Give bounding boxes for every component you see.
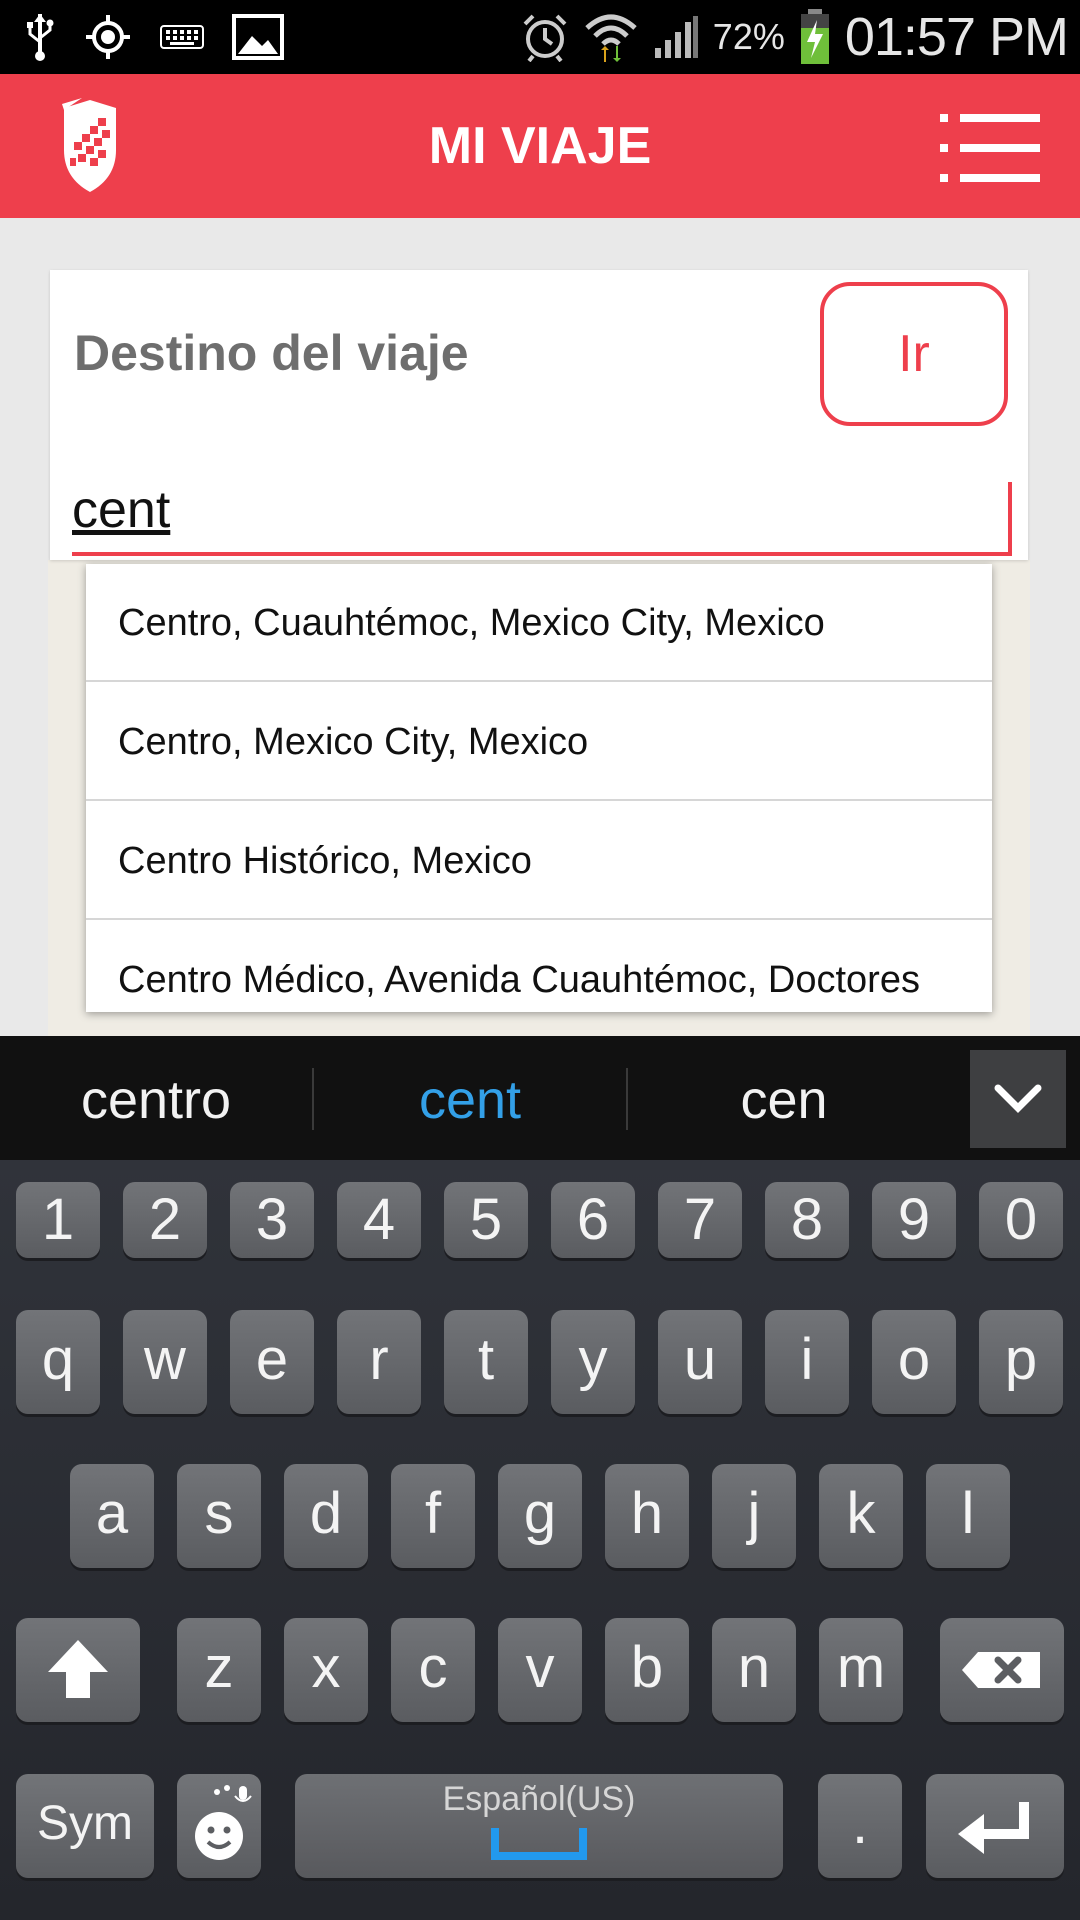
keyboard-keys: 1 2 3 4 5 6 7 8 9 0 q w e r t y u i o p … <box>0 1160 1080 1920</box>
status-icons-right: 72% 01:57 PM <box>521 0 1069 74</box>
key-1[interactable]: 1 <box>16 1182 100 1258</box>
key-v[interactable]: v <box>498 1618 582 1722</box>
card-title: Destino del viaje <box>74 325 469 381</box>
go-button[interactable]: Ir <box>820 282 1008 426</box>
key-2[interactable]: 2 <box>123 1182 207 1258</box>
key-a[interactable]: a <box>70 1464 154 1568</box>
key-w[interactable]: w <box>123 1310 207 1414</box>
key-g[interactable]: g <box>498 1464 582 1568</box>
key-5[interactable]: 5 <box>444 1182 528 1258</box>
key-s[interactable]: s <box>177 1464 261 1568</box>
key-k[interactable]: k <box>819 1464 903 1568</box>
app-title: MI VIAJE <box>428 117 652 175</box>
backspace-key[interactable] <box>940 1618 1064 1722</box>
soft-keyboard: centro cent cen 1 2 3 4 5 6 7 8 9 0 q w … <box>0 1036 1080 1920</box>
key-q[interactable]: q <box>16 1310 100 1414</box>
emoji-voice-key[interactable] <box>177 1774 261 1878</box>
key-m[interactable]: m <box>819 1618 903 1722</box>
app-bar: MI VIAJE <box>0 74 1080 218</box>
key-y[interactable]: y <box>551 1310 635 1414</box>
chevron-down-icon <box>994 1084 1042 1113</box>
enter-arrow-icon <box>958 1802 1029 1854</box>
usb-icon <box>27 14 54 61</box>
key-o[interactable]: o <box>872 1310 956 1414</box>
enter-key[interactable] <box>926 1774 1064 1878</box>
key-e[interactable]: e <box>230 1310 314 1414</box>
key-4[interactable]: 4 <box>337 1182 421 1258</box>
prediction-bar: centro cent cen <box>0 1036 1080 1160</box>
wifi-icon <box>585 14 637 62</box>
key-9[interactable]: 9 <box>872 1182 956 1258</box>
key-u[interactable]: u <box>658 1310 742 1414</box>
backspace-icon <box>962 1652 1040 1688</box>
key-7[interactable]: 7 <box>658 1182 742 1258</box>
keyboard-icon <box>160 25 204 49</box>
list-menu-icon[interactable] <box>940 114 1040 182</box>
prediction-1[interactable]: centro <box>0 1036 312 1160</box>
collapse-predictions-button[interactable] <box>970 1050 1066 1148</box>
key-8[interactable]: 8 <box>765 1182 849 1258</box>
location-icon <box>86 15 130 59</box>
key-p[interactable]: p <box>979 1310 1063 1414</box>
suggestion-item[interactable]: Centro Médico, Avenida Cuauhtémoc, Docto… <box>86 921 992 1012</box>
prediction-2[interactable]: cent <box>314 1036 626 1160</box>
shift-key[interactable] <box>16 1618 140 1722</box>
key-j[interactable]: j <box>712 1464 796 1568</box>
shift-arrow-icon <box>48 1640 108 1698</box>
suggestion-item[interactable]: Centro, Cuauhtémoc, Mexico City, Mexico <box>86 564 992 682</box>
input-underline <box>72 552 1012 556</box>
key-z[interactable]: z <box>177 1618 261 1722</box>
key-d[interactable]: d <box>284 1464 368 1568</box>
key-3[interactable]: 3 <box>230 1182 314 1258</box>
status-bar: 72% 01:57 PM <box>0 0 1080 74</box>
battery-charging-icon <box>800 9 829 64</box>
key-r[interactable]: r <box>337 1310 421 1414</box>
image-icon <box>232 14 284 60</box>
space-bar-icon <box>491 1828 587 1860</box>
status-icons-left <box>24 10 284 64</box>
search-input-value: cent <box>72 481 171 539</box>
autocomplete-dropdown: Centro, Cuauhtémoc, Mexico City, Mexico … <box>86 564 992 1012</box>
sym-key[interactable]: Sym <box>16 1774 154 1878</box>
battery-percent: 72% <box>712 16 785 57</box>
key-t[interactable]: t <box>444 1310 528 1414</box>
suggestion-item[interactable]: Centro, Mexico City, Mexico <box>86 683 992 801</box>
key-h[interactable]: h <box>605 1464 689 1568</box>
space-language-label: Español(US) <box>442 1780 636 1818</box>
key-c[interactable]: c <box>391 1618 475 1722</box>
key-x[interactable]: x <box>284 1618 368 1722</box>
clock: 01:57 PM <box>844 7 1069 67</box>
alarm-icon <box>523 14 567 62</box>
key-f[interactable]: f <box>391 1464 475 1568</box>
destination-card: Destino del viaje Ir cent <box>50 270 1028 560</box>
space-key[interactable]: Español(US) <box>295 1774 783 1878</box>
key-n[interactable]: n <box>712 1618 796 1722</box>
key-6[interactable]: 6 <box>551 1182 635 1258</box>
emoji-icon <box>195 1785 252 1860</box>
destination-search-input[interactable]: cent <box>72 480 1012 550</box>
signal-icon <box>654 16 698 58</box>
period-key[interactable]: . <box>818 1774 902 1878</box>
key-i[interactable]: i <box>765 1310 849 1414</box>
key-l[interactable]: l <box>926 1464 1010 1568</box>
suggestion-item[interactable]: Centro Histórico, Mexico <box>86 802 992 920</box>
prediction-3[interactable]: cen <box>628 1036 940 1160</box>
input-edge-marker <box>1008 482 1012 556</box>
key-0[interactable]: 0 <box>979 1182 1063 1258</box>
key-b[interactable]: b <box>605 1618 689 1722</box>
